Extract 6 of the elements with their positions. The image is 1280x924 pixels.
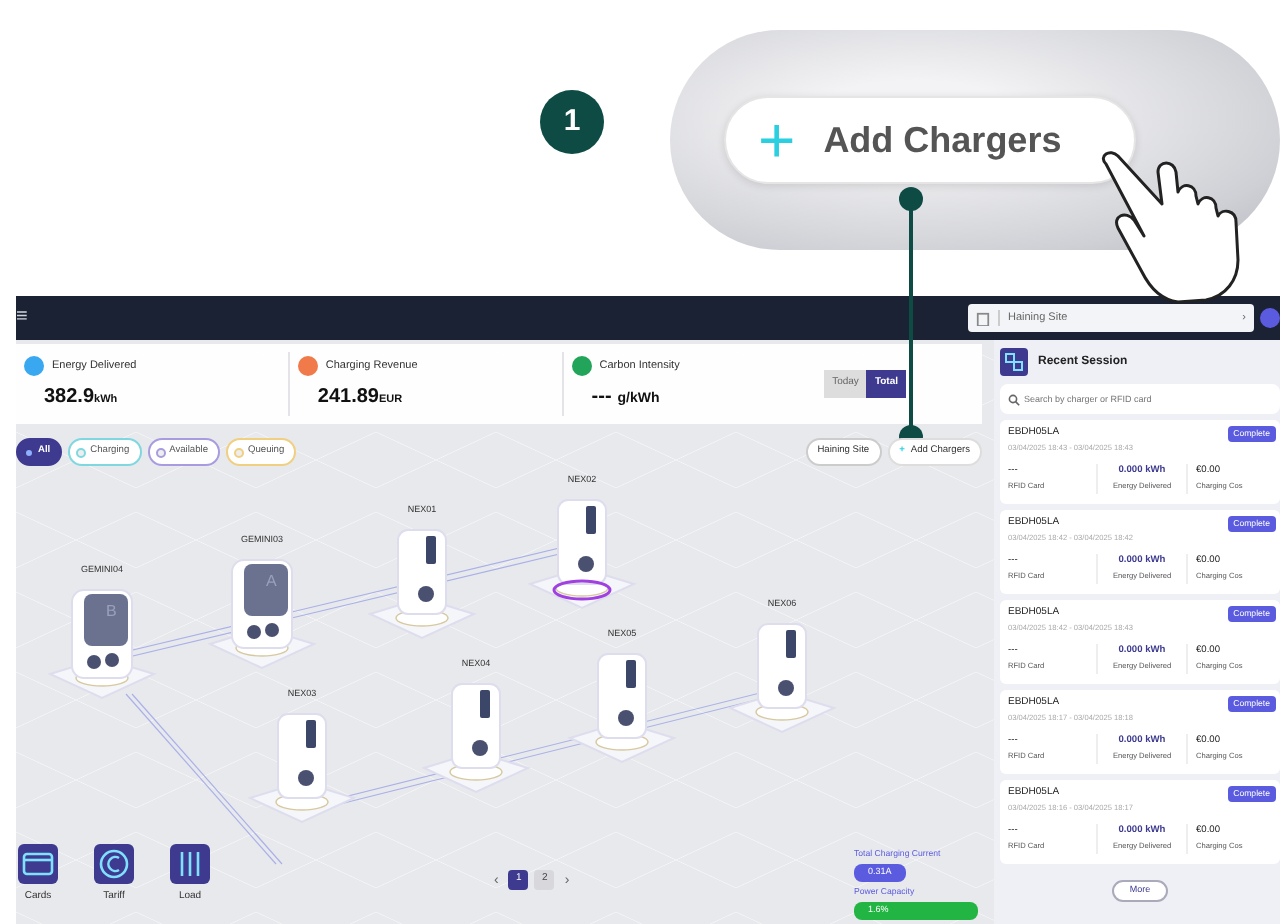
- building-icon: [976, 311, 990, 325]
- avatar[interactable]: [1260, 308, 1280, 328]
- session-icon: [1000, 348, 1028, 376]
- add-chargers-button[interactable]: + Add Chargers: [724, 96, 1136, 184]
- step-number: 1: [540, 90, 604, 154]
- menu-icon[interactable]: ≡: [16, 308, 28, 328]
